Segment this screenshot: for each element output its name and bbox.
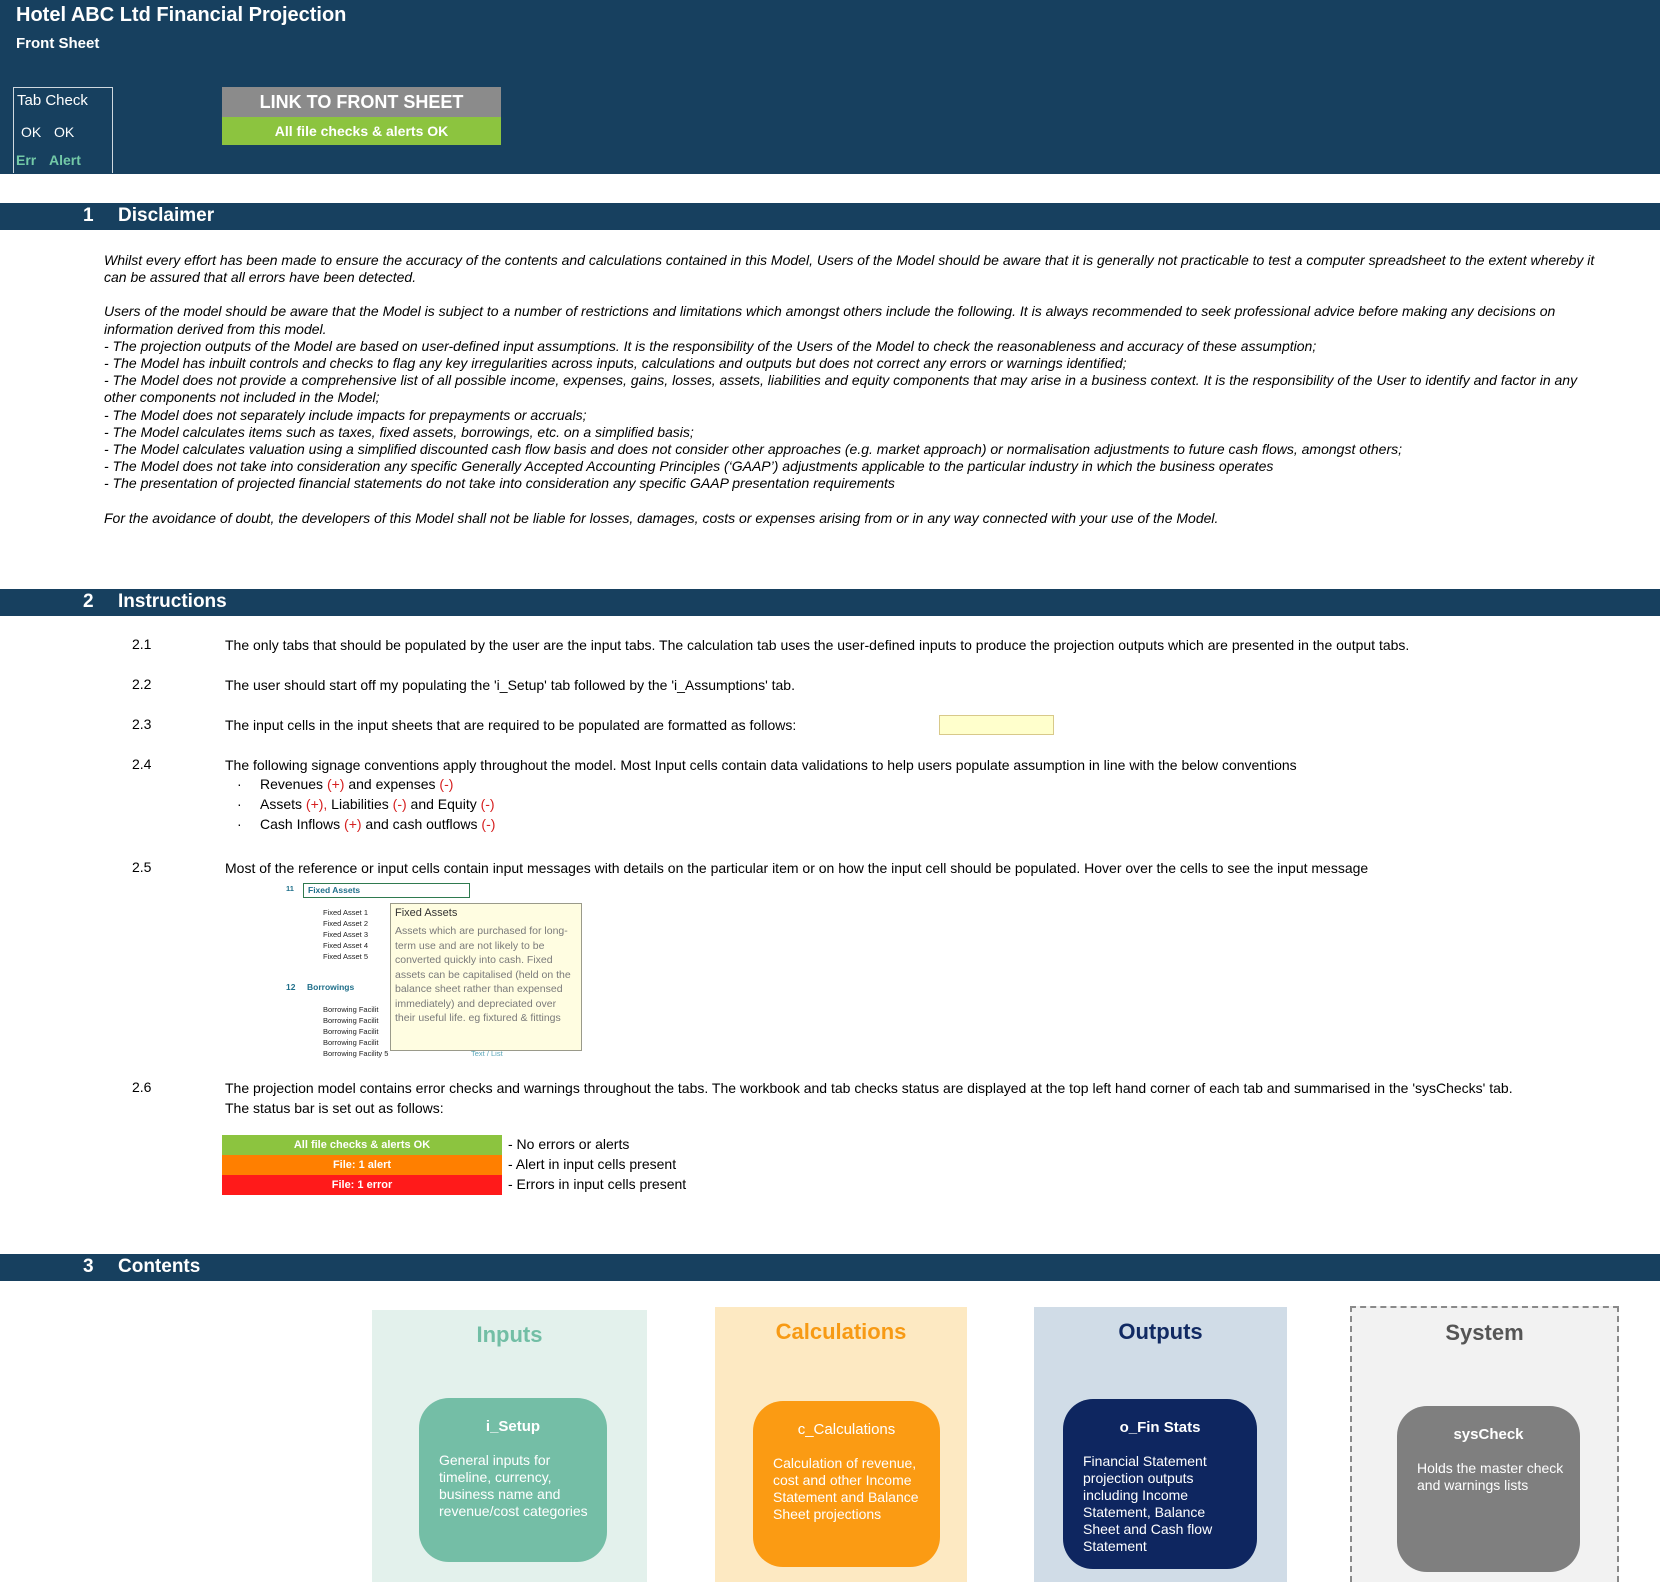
bullet-dot: ·: [237, 816, 242, 832]
contents-panel-outputs: Outputs o_Fin Stats Financial Statement …: [1034, 1307, 1287, 1582]
status-legend-ok: All file checks & alerts OK: [222, 1135, 502, 1155]
example-item: Borrowing Facility 5: [323, 1049, 389, 1058]
example-row-label: Fixed Assets: [308, 885, 361, 895]
section-title: Instructions: [118, 591, 227, 612]
file-status-bar: All file checks & alerts OK: [222, 117, 501, 145]
section-disclaimer-bar: 1 Disclaimer: [0, 203, 1660, 230]
sheet-card-c-calculations[interactable]: c_Calculations Calculation of revenue, c…: [753, 1401, 940, 1567]
instruction-number: 2.1: [132, 636, 152, 652]
sheet-card-i-setup[interactable]: i_Setup General inputs for timeline, cur…: [419, 1398, 607, 1562]
instruction-text: The input cells in the input sheets that…: [225, 717, 797, 733]
example-item: Borrowing Facilit: [323, 1005, 379, 1014]
disclaimer-item: - The Model does not take into considera…: [104, 458, 1274, 475]
status-legend-error: File: 1 error: [222, 1175, 502, 1195]
sheet-name: Front Sheet: [16, 35, 100, 52]
tab-check-err: Err: [16, 152, 37, 168]
instruction-text: The only tabs that should be populated b…: [225, 637, 1410, 653]
instruction-number: 2.4: [132, 756, 152, 772]
instruction-text: The projection model contains error chec…: [225, 1080, 1513, 1096]
example-item: Borrowing Facilit: [323, 1038, 379, 1047]
disclaimer-item: - The Model calculates items such as tax…: [104, 423, 694, 440]
disclaimer-text: Whilst every effort has been made to ens…: [104, 252, 1604, 527]
card-title: sysCheck: [1453, 1426, 1524, 1443]
panel-title: System: [1445, 1320, 1524, 1345]
panel-title: Calculations: [775, 1319, 907, 1344]
disclaimer-paragraph: Whilst every effort has been made to ens…: [104, 252, 1595, 286]
tooltip-title: Fixed Assets: [395, 907, 458, 919]
instruction-number: 2.3: [132, 716, 152, 732]
instruction-text: The status bar is set out as follows:: [225, 1100, 444, 1116]
card-title: i_Setup: [485, 1418, 541, 1435]
example-item: Fixed Asset 5: [323, 952, 369, 961]
example-item: Fixed Asset 4: [323, 941, 369, 950]
card-description: Financial Statement projection outputs i…: [1083, 1453, 1213, 1554]
section-instructions-bar: 2 Instructions: [0, 589, 1660, 616]
status-legend-text: - Errors in input cells present: [508, 1176, 687, 1192]
tab-check-box: Tab Check OK OK Err Alert: [13, 87, 113, 173]
tab-check-ok-1: OK: [21, 124, 42, 140]
disclaimer-item: - The Model has inbuilt controls and che…: [104, 355, 1127, 372]
disclaimer-item: - The presentation of projected financia…: [104, 475, 895, 492]
signage-bullet: Revenues (+) and expenses (-): [260, 776, 454, 792]
input-message-example: 11 Fixed Assets Fixed Asset 1 Fixed Asse…: [282, 883, 582, 1058]
tab-check-alert: Alert: [49, 152, 81, 168]
example-item: Fixed Asset 1: [323, 908, 369, 917]
bullet-dot: ·: [237, 796, 242, 812]
instruction-text: Most of the reference or input cells con…: [225, 860, 1369, 876]
header-bar: Hotel ABC Ltd Financial Projection Front…: [0, 0, 1660, 174]
instruction-text: The user should start off my populating …: [225, 677, 795, 693]
section-number: 1: [83, 205, 94, 226]
disclaimer-item: - The Model does not provide a comprehen…: [104, 372, 1578, 406]
instruction-number: 2.2: [132, 676, 152, 692]
instruction-number: 2.5: [132, 859, 152, 875]
sheet-card-syscheck[interactable]: sysCheck Holds the master check and warn…: [1397, 1406, 1580, 1572]
panel-title: Outputs: [1118, 1319, 1203, 1344]
card-title: c_Calculations: [797, 1421, 896, 1438]
panel-title: Inputs: [476, 1322, 543, 1347]
card-description: General inputs for timeline, currency, b…: [439, 1452, 588, 1519]
card-description: Calculation of revenue, cost and other I…: [773, 1455, 919, 1522]
contents-panel-system: System sysCheck Holds the master check a…: [1350, 1306, 1619, 1582]
instruction-number: 2.6: [132, 1079, 152, 1095]
contents-panel-inputs: Inputs i_Setup General inputs for timeli…: [372, 1310, 647, 1582]
section-number: 3: [83, 1256, 94, 1277]
status-legend-text: - Alert in input cells present: [508, 1156, 677, 1172]
signage-bullet: Cash Inflows (+) and cash outflows (-): [260, 816, 496, 832]
tab-check-ok-2: OK: [54, 124, 75, 140]
section-contents-bar: 3 Contents: [0, 1254, 1660, 1281]
status-legend-text: - No errors or alerts: [508, 1136, 630, 1152]
bullet-dot: ·: [237, 776, 242, 792]
tooltip-body: Assets which are purchased for long-term…: [395, 925, 571, 1024]
example-row-number: 12: [286, 982, 296, 992]
input-message-tooltip: Fixed Assets Assets which are purchased …: [390, 903, 582, 1051]
card-description: Holds the master check and warnings list…: [1417, 1460, 1564, 1493]
example-row-label: Borrowings: [307, 982, 355, 992]
disclaimer-item: - The Model does not separately include …: [104, 406, 587, 423]
tab-check-label: Tab Check: [17, 92, 88, 109]
section-title: Disclaimer: [118, 205, 215, 226]
contents-panel-calculations: Calculations c_Calculations Calculation …: [715, 1307, 967, 1582]
example-row-number: 11: [286, 884, 294, 893]
disclaimer-item: - The projection outputs of the Model ar…: [104, 337, 1317, 354]
sheet-card-o-fin-stats[interactable]: o_Fin Stats Financial Statement projecti…: [1063, 1399, 1257, 1569]
section-number: 2: [83, 591, 94, 612]
card-title: o_Fin Stats: [1119, 1419, 1201, 1436]
status-legend-alert: File: 1 alert: [222, 1155, 502, 1175]
disclaimer-item: - The Model calculates valuation using a…: [104, 441, 1403, 458]
disclaimer-paragraph: For the avoidance of doubt, the develope…: [104, 509, 1219, 526]
signage-bullet: Assets (+), Liabilities (-) and Equity (…: [260, 796, 495, 812]
input-cell-format-swatch: [939, 715, 1054, 735]
example-item: Fixed Asset 2: [323, 919, 369, 928]
section-title: Contents: [118, 1256, 201, 1277]
example-item: Borrowing Facilit: [323, 1016, 379, 1025]
example-item: Fixed Asset 3: [323, 930, 369, 939]
app-title: Hotel ABC Ltd Financial Projection: [16, 4, 347, 26]
instruction-text: The following signage conventions apply …: [225, 757, 1297, 773]
example-item: Borrowing Facilit: [323, 1027, 379, 1036]
disclaimer-paragraph: Users of the model should be aware that …: [104, 303, 1556, 337]
link-to-front-sheet-button[interactable]: LINK TO FRONT SHEET: [222, 87, 501, 117]
